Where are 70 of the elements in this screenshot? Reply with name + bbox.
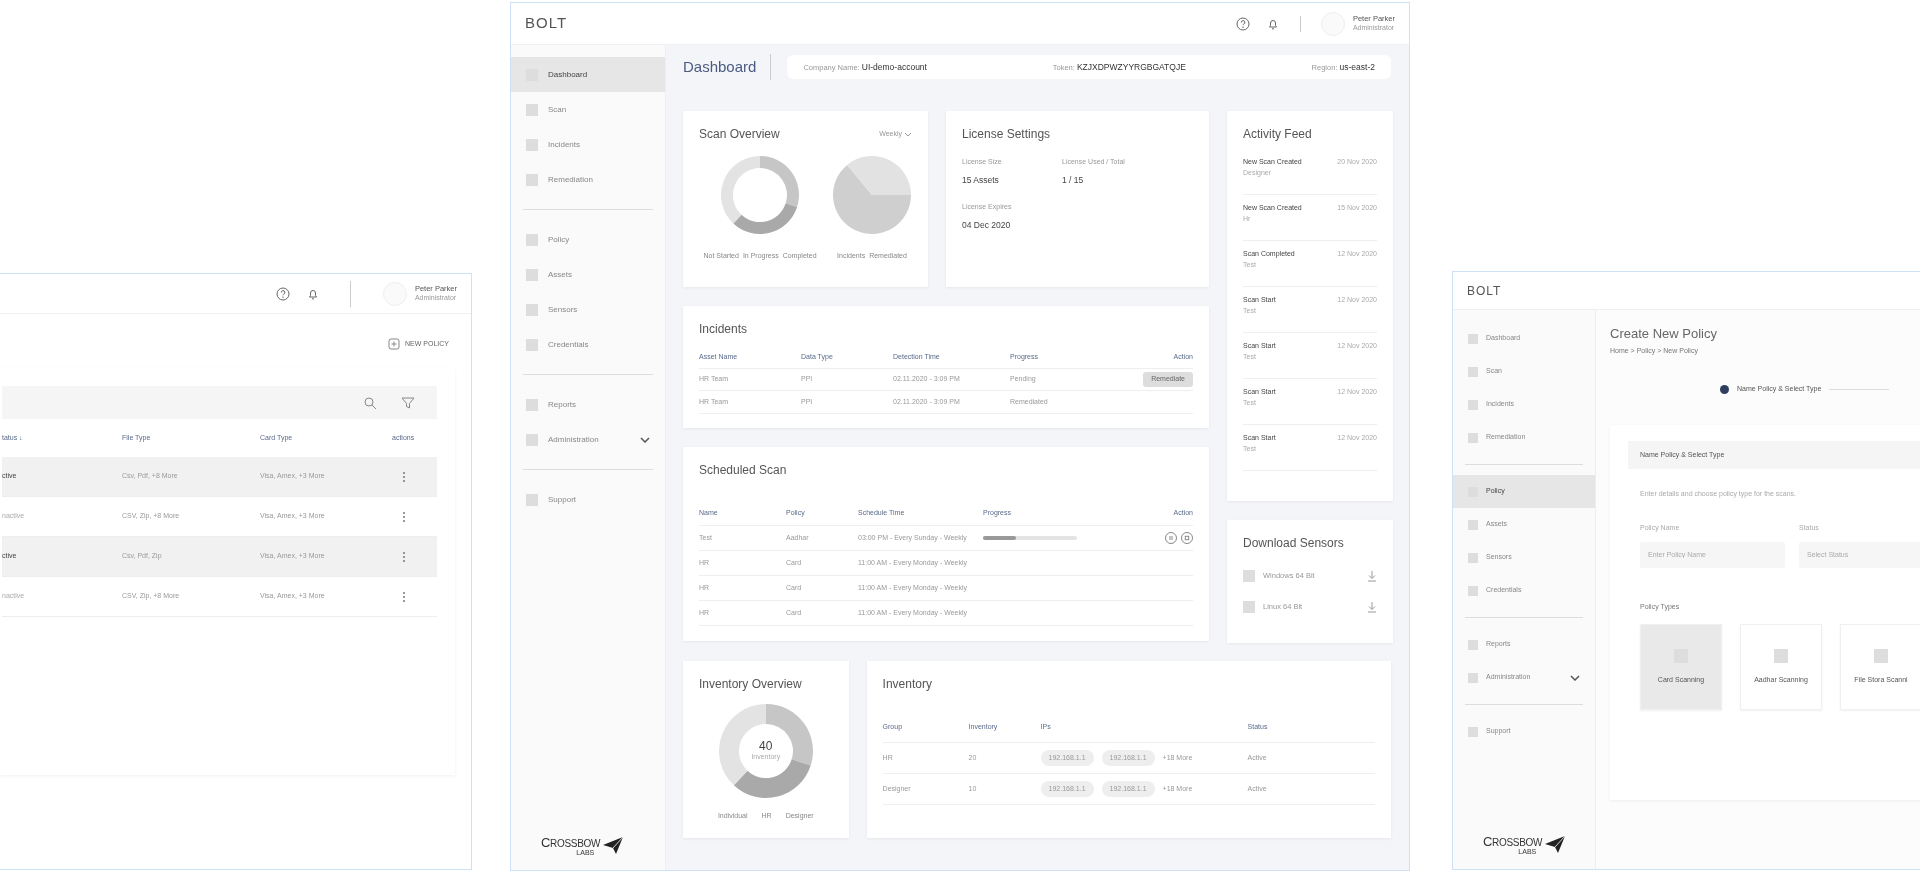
- placeholder-icon: [1774, 648, 1788, 663]
- placeholder-icon: [1243, 569, 1255, 582]
- placeholder-icon: [1468, 726, 1478, 737]
- sidebar-item[interactable]: Remediation: [511, 162, 665, 197]
- paper-plane-icon: [1544, 835, 1567, 853]
- placeholder-icon: [1468, 399, 1478, 410]
- sidebar-item[interactable]: Reports: [511, 387, 665, 422]
- kebab-menu-icon[interactable]: [402, 470, 406, 483]
- brand-name: BOLT: [525, 13, 568, 34]
- card-title: Download Sensors: [1243, 535, 1345, 552]
- page-title: Dashboard: [683, 56, 757, 77]
- help-icon[interactable]: [275, 286, 290, 301]
- placeholder-icon: [1874, 648, 1888, 663]
- card-title: Incidents: [699, 321, 749, 338]
- search-icon[interactable]: [363, 395, 377, 410]
- step-dot: [1720, 384, 1729, 394]
- plus-icon: [388, 338, 401, 350]
- sidebar-item[interactable]: Policy: [511, 222, 665, 257]
- placeholder-icon: [1468, 333, 1478, 344]
- chevron-down-icon: [904, 131, 912, 137]
- placeholder-icon: [1243, 600, 1255, 613]
- sidebar-item[interactable]: Assets: [511, 257, 665, 292]
- field-value: 15 Assets: [962, 173, 1000, 187]
- page-title: Create New Policy: [1610, 325, 1718, 343]
- chevron-down-icon[interactable]: [640, 436, 650, 443]
- sidebar-item[interactable]: Credentials: [511, 327, 665, 362]
- placeholder-icon: [1468, 639, 1478, 650]
- filter-icon[interactable]: [401, 395, 415, 410]
- placeholder-icon: [526, 493, 538, 506]
- sidebar-item[interactable]: Dashboard: [511, 57, 665, 92]
- field-value: 1 / 15: [1062, 173, 1085, 187]
- kebab-menu-icon[interactable]: [402, 590, 406, 603]
- field-value: 04 Dec 2020: [962, 218, 1012, 232]
- help-icon[interactable]: [1235, 16, 1250, 31]
- placeholder-icon: [1468, 432, 1478, 443]
- placeholder-icon: [1468, 585, 1478, 596]
- placeholder-icon: [526, 103, 538, 116]
- placeholder-icon: [526, 398, 538, 411]
- placeholder-icon: [526, 138, 538, 151]
- stop-icon[interactable]: [1181, 532, 1193, 544]
- card-title: Activity Feed: [1243, 126, 1313, 143]
- placeholder-icon: [526, 173, 538, 186]
- sidebar-item[interactable]: Administration: [511, 422, 665, 457]
- card-title: License Settings: [962, 126, 1052, 143]
- chevron-down-icon[interactable]: [1570, 674, 1580, 681]
- placeholder-icon: [526, 338, 538, 351]
- kebab-menu-icon[interactable]: [402, 510, 406, 523]
- sidebar-item[interactable]: Scan: [511, 92, 665, 127]
- card-title: Inventory: [882, 676, 933, 693]
- placeholder-icon: [526, 268, 538, 281]
- kebab-menu-icon[interactable]: [402, 550, 406, 563]
- sidebar-item[interactable]: Support: [511, 482, 665, 517]
- placeholder-icon: [526, 303, 538, 316]
- card-title: Inventory Overview: [699, 676, 803, 693]
- logo-text: CROSSBOW: [541, 836, 601, 849]
- placeholder-icon: [1468, 672, 1478, 683]
- sidebar-item[interactable]: Sensors: [511, 292, 665, 327]
- donut-total: 40: [758, 739, 774, 752]
- paper-plane-icon: [602, 836, 625, 854]
- pause-icon[interactable]: [1165, 532, 1177, 544]
- placeholder-icon: [1468, 552, 1478, 563]
- placeholder-icon: [1468, 366, 1478, 377]
- logo-text: CROSSBOW: [1483, 835, 1543, 848]
- card-title: Scheduled Scan: [699, 462, 788, 479]
- card-title: Scan Overview: [699, 126, 780, 143]
- sidebar-item[interactable]: Incidents: [511, 127, 665, 162]
- placeholder-icon: [1468, 519, 1478, 530]
- placeholder-icon: [526, 233, 538, 246]
- brand-name: BOLT: [1467, 282, 1502, 300]
- placeholder-icon: [526, 433, 538, 446]
